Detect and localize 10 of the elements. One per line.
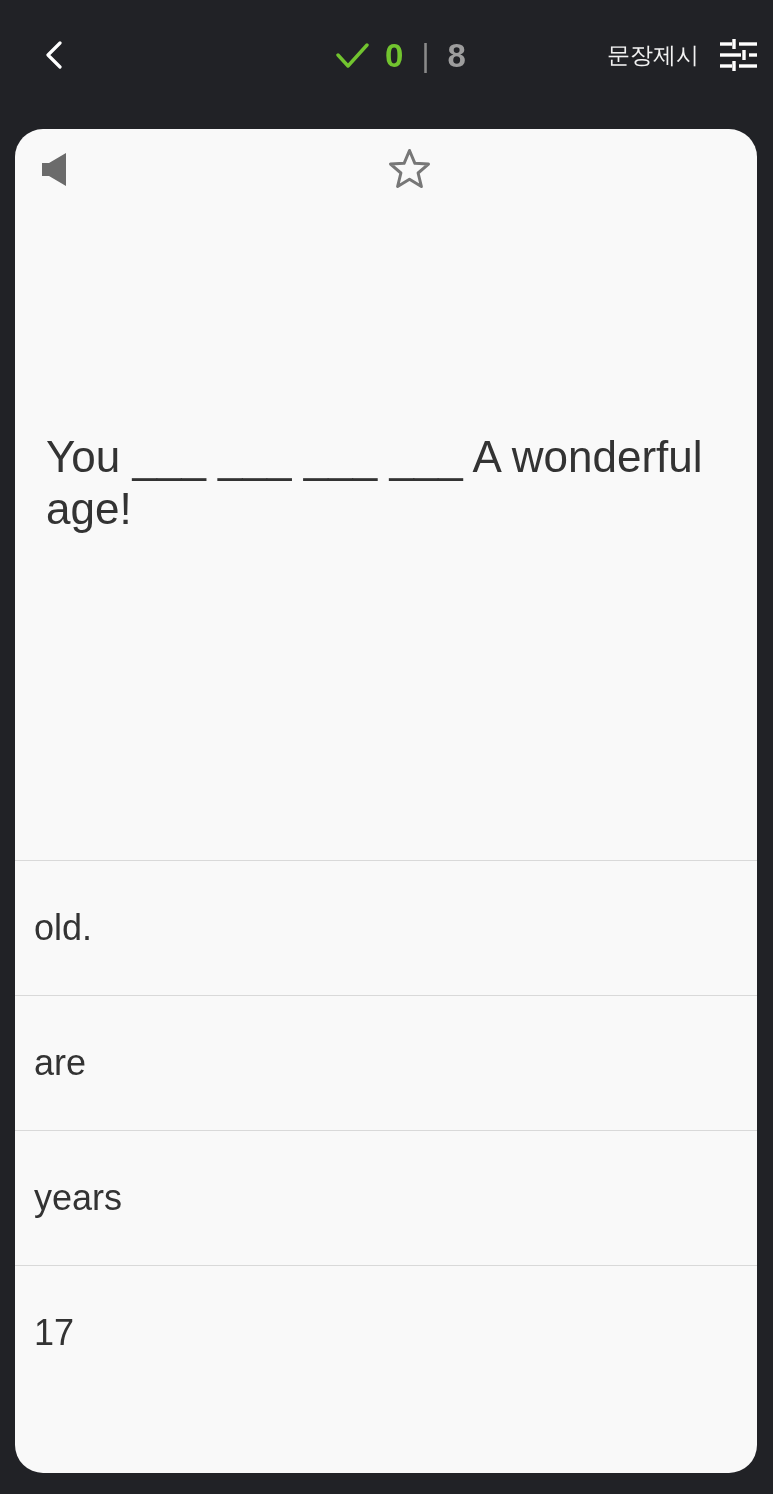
question-sentence: You ___ ___ ___ ___ A wonderful age! (46, 431, 704, 535)
correct-count: 0 (385, 38, 404, 72)
check-icon (336, 41, 370, 69)
score-separator: | (421, 39, 430, 71)
star-icon[interactable] (388, 148, 431, 190)
mode-toggle[interactable]: 문장제시 (605, 39, 701, 71)
speaker-icon[interactable] (42, 153, 66, 186)
settings-sliders-icon[interactable] (720, 39, 757, 71)
total-count: 8 (447, 38, 466, 72)
back-icon[interactable] (45, 41, 62, 69)
